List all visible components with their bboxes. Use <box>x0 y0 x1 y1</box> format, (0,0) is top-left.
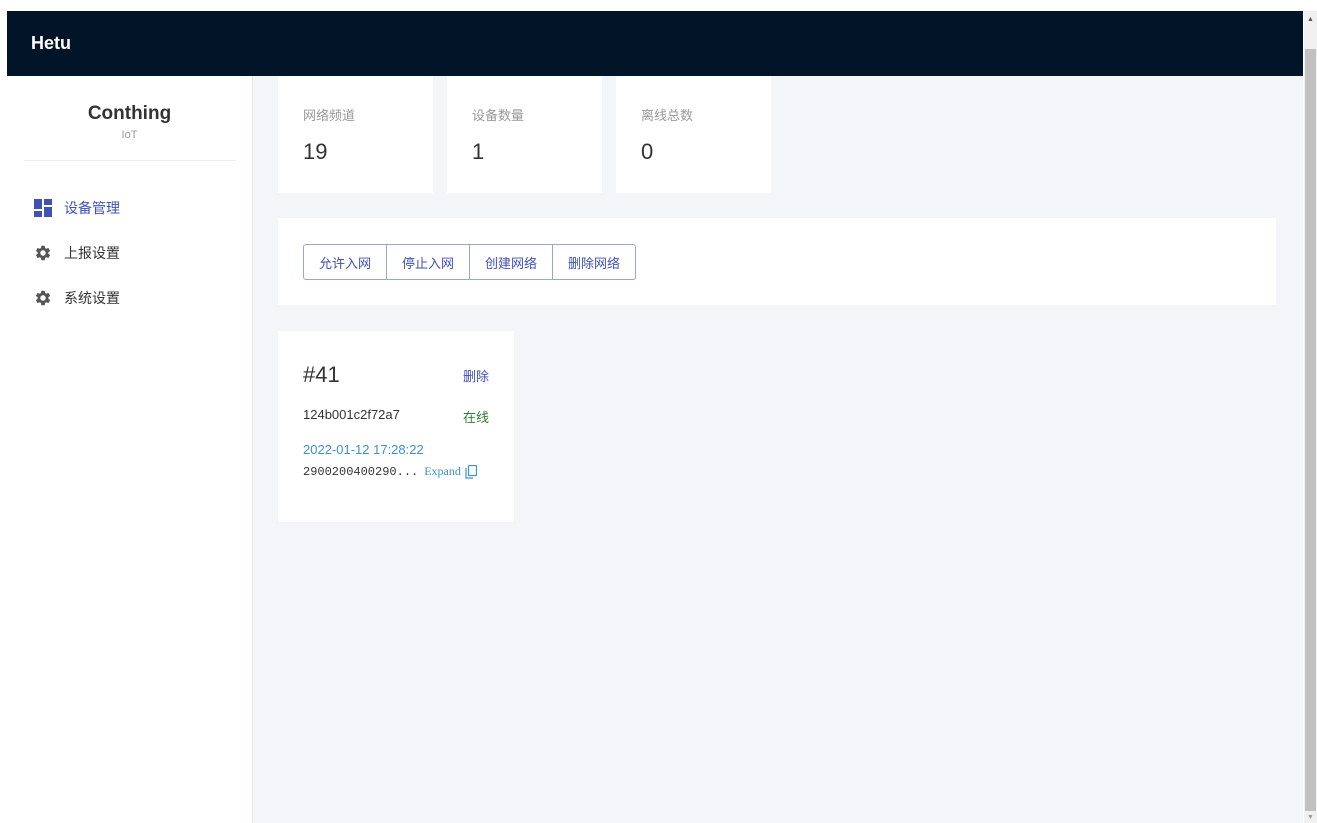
device-card: #41 删除 124b001c2f72a7 在线 2022-01-12 17:2… <box>278 331 514 522</box>
stop-join-button[interactable]: 停止入网 <box>387 245 471 279</box>
stat-value: 19 <box>303 139 328 164</box>
stat-label: 网络频道 <box>303 108 356 123</box>
stat-card-device-count: 设备数量 1 <box>447 76 602 193</box>
gear-icon <box>34 244 52 262</box>
create-network-button[interactable]: 创建网络 <box>470 245 554 279</box>
status-badge: 在线 <box>462 410 489 425</box>
device-mac: 124b001c2f72a7 <box>303 407 400 422</box>
sidebar-item-report-settings[interactable]: 上报设置 <box>7 238 252 268</box>
allow-join-button[interactable]: 允许入网 <box>304 245 388 279</box>
expand-link[interactable]: Expand <box>424 464 461 479</box>
top-header: Hetu <box>7 11 1303 76</box>
device-payload: 2900200400290... Expand <box>303 464 477 479</box>
dashboard-icon <box>34 199 52 217</box>
network-button-group: 允许入网 停止入网 创建网络 删除网络 <box>303 244 637 280</box>
stat-card-offline-total: 离线总数 0 <box>616 76 771 193</box>
gear-icon <box>34 289 52 307</box>
copy-icon[interactable] <box>465 464 477 479</box>
logo-name: Conthing <box>87 103 172 124</box>
stat-card-network-channel: 网络频道 19 <box>278 76 433 193</box>
vertical-scrollbar[interactable]: ▲ ▼ <box>1304 11 1317 823</box>
app-window: Hetu Conthing IoT 设备管理 上报设置 系统设置 网络频道 19… <box>7 11 1303 823</box>
sidebar-item-device-management[interactable]: 设备管理 <box>7 193 252 223</box>
scroll-thumb[interactable] <box>1305 49 1316 811</box>
stat-label: 离线总数 <box>641 108 694 123</box>
sidebar-item-label: 上报设置 <box>64 245 120 261</box>
brand-title: Hetu <box>31 33 71 53</box>
delete-device-link[interactable]: 删除 <box>463 366 489 385</box>
logo-subtitle: IoT <box>121 129 138 141</box>
sidebar-item-label: 设备管理 <box>64 200 120 216</box>
logo-divider <box>24 160 236 161</box>
stat-value: 1 <box>472 139 485 164</box>
delete-network-button[interactable]: 删除网络 <box>553 245 635 279</box>
sidebar: Conthing IoT 设备管理 上报设置 系统设置 <box>7 76 253 823</box>
device-timestamp: 2022-01-12 17:28:22 <box>303 442 424 457</box>
network-toolbar-panel: 允许入网 停止入网 创建网络 删除网络 <box>278 218 1276 305</box>
sidebar-item-system-settings[interactable]: 系统设置 <box>7 283 252 313</box>
sidebar-item-label: 系统设置 <box>64 290 120 306</box>
device-id: #41 <box>303 362 340 387</box>
stat-label: 设备数量 <box>472 108 525 123</box>
payload-text: 2900200400290... <box>303 464 419 479</box>
scroll-up-arrow-icon[interactable]: ▲ <box>1304 11 1317 27</box>
scroll-down-arrow-icon[interactable]: ▼ <box>1304 811 1317 823</box>
stat-value: 0 <box>641 139 654 164</box>
